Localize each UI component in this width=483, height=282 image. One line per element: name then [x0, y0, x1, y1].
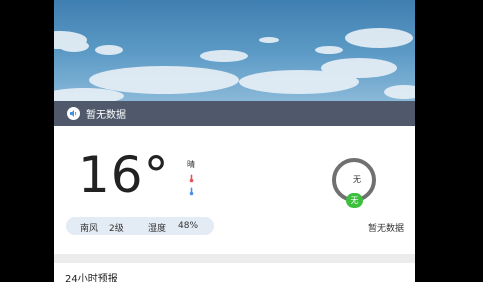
wind-direction: 南风 [80, 224, 99, 234]
speaker-icon[interactable] [67, 107, 80, 120]
humidity-label: 湿度 [148, 224, 167, 234]
wind-humidity-pill: 南风 2级 湿度 48% [66, 217, 214, 235]
air-quality-caption: 暂无数据 [368, 224, 405, 234]
humidity-value: 48% [178, 221, 199, 231]
wind-level: 2级 [109, 224, 124, 234]
air-quality-ring-label: 无 [353, 175, 361, 184]
audio-broadcast-bar[interactable]: 暂无数据 [54, 101, 415, 126]
sky-background-image [54, 0, 415, 101]
current-temperature: 16° [78, 146, 170, 204]
audio-status-text: 暂无数据 [86, 110, 126, 121]
hourly-forecast-section: 24小时预报 [54, 263, 415, 282]
weather-app: 暂无数据 16° 晴 南风 2级 湿度 48% 无 无 暂无数据 24小时预报 [54, 0, 415, 282]
weather-condition: 晴 [187, 160, 195, 169]
air-quality-badge: 无 [346, 193, 363, 208]
current-weather-card: 16° 晴 南风 2级 湿度 48% 无 无 暂无数据 [54, 126, 415, 254]
thermometer-low-icon [189, 187, 194, 196]
thermometer-high-icon [189, 174, 194, 183]
hourly-forecast-title: 24小时预报 [65, 274, 118, 282]
